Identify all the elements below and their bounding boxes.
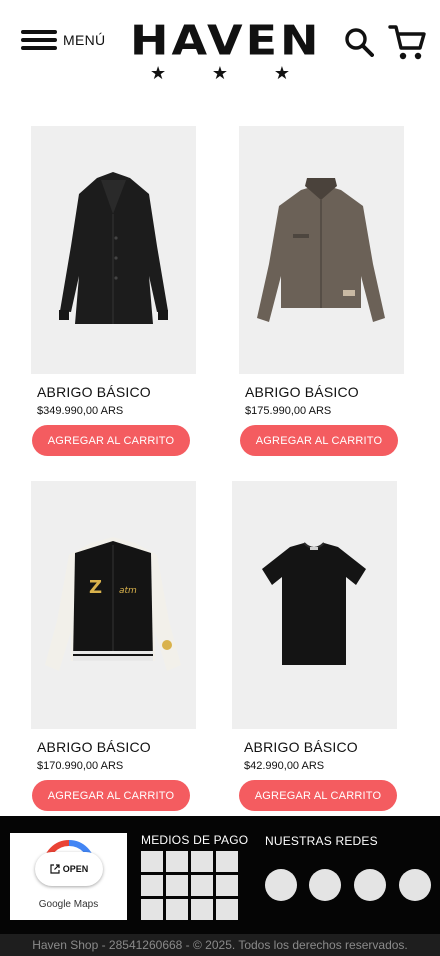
menu-button[interactable]: MENÚ [21, 30, 105, 50]
product-card[interactable]: ABRIGO BÁSICO $175.990,00 ARS AGREGAR AL… [239, 126, 405, 456]
product-price: $175.990,00 ARS [245, 405, 332, 417]
add-to-cart-button[interactable]: AGREGAR AL CARRITO [32, 425, 190, 456]
payment-method-icon [216, 875, 238, 896]
payment-method-icon [166, 851, 188, 872]
open-map-label: OPEN [62, 864, 89, 874]
product-price: $349.990,00 ARS [37, 405, 124, 417]
payment-method-icon [216, 899, 238, 920]
product-name: ABRIGO BÁSICO [37, 739, 151, 755]
product-price: $170.990,00 ARS [37, 760, 124, 772]
varsity-jacket-image: Z atm [45, 537, 181, 671]
hamburger-icon [21, 30, 57, 50]
logo-text: HAVEN [130, 15, 322, 65]
add-to-cart-button[interactable]: AGREGAR AL CARRITO [240, 425, 398, 456]
product-image-brown-work-jacket[interactable] [239, 126, 404, 374]
social-link-icon[interactable] [399, 869, 431, 901]
star-icon: ★ [211, 63, 229, 83]
product-image-black-long-coat[interactable] [31, 126, 196, 374]
google-maps-brand: Google Maps [38, 899, 99, 910]
payment-method-icon [141, 899, 163, 920]
product-card[interactable]: ABRIGO BÁSICO $349.990,00 ARS AGREGAR AL… [31, 126, 197, 456]
open-map-button[interactable]: OPEN [35, 852, 103, 886]
footer: OPEN Google Maps MEDIOS DE PAGO NUESTRAS… [0, 816, 440, 934]
svg-text:Z: Z [89, 577, 102, 598]
payment-methods-grid [141, 851, 238, 920]
product-card[interactable]: Z atm ABRIGO BÁSICO $170.990,00 ARS AGRE… [31, 481, 197, 811]
payment-method-icon [191, 875, 213, 896]
product-name: ABRIGO BÁSICO [37, 384, 151, 400]
coat-image [59, 172, 168, 324]
menu-label: MENÚ [63, 32, 106, 48]
payment-method-icon [141, 851, 163, 872]
social-title: NUESTRAS REDES [265, 834, 378, 848]
product-image-varsity-jacket[interactable]: Z atm [31, 481, 196, 729]
jacket-image [257, 178, 385, 322]
product-price: $42.990,00 ARS [244, 760, 325, 772]
payment-method-icon [191, 899, 213, 920]
payment-method-icon [141, 875, 163, 896]
payment-method-icon [166, 875, 188, 896]
payment-methods-title: MEDIOS DE PAGO [141, 833, 249, 847]
logo-stars: ★ ★ ★ [130, 64, 310, 82]
product-image-black-tshirt[interactable] [232, 481, 397, 729]
payment-method-icon [166, 899, 188, 920]
logo[interactable]: HAVEN ★ ★ ★ [130, 14, 322, 82]
star-icon: ★ [150, 63, 167, 83]
add-to-cart-button[interactable]: AGREGAR AL CARRITO [32, 780, 190, 811]
star-icon: ★ [273, 63, 290, 83]
product-name: ABRIGO BÁSICO [245, 384, 359, 400]
social-link-icon[interactable] [354, 869, 386, 901]
search-icon[interactable] [344, 27, 374, 57]
add-to-cart-button[interactable]: AGREGAR AL CARRITO [239, 780, 397, 811]
header: MENÚ HAVEN ★ ★ ★ [0, 0, 440, 96]
payment-method-icon [191, 851, 213, 872]
product-name: ABRIGO BÁSICO [244, 739, 358, 755]
social-link-icon[interactable] [309, 869, 341, 901]
social-link-icon[interactable] [265, 869, 297, 901]
tshirt-image [262, 542, 366, 665]
payment-method-icon [216, 851, 238, 872]
external-link-icon [50, 864, 60, 874]
cart-icon[interactable] [388, 23, 426, 61]
copyright: Haven Shop - 28541260668 - © 2025. Todos… [0, 934, 440, 956]
google-maps-widget[interactable]: OPEN Google Maps [10, 833, 127, 920]
product-card[interactable]: ABRIGO BÁSICO $42.990,00 ARS AGREGAR AL … [232, 481, 398, 811]
svg-text:atm: atm [119, 586, 137, 596]
